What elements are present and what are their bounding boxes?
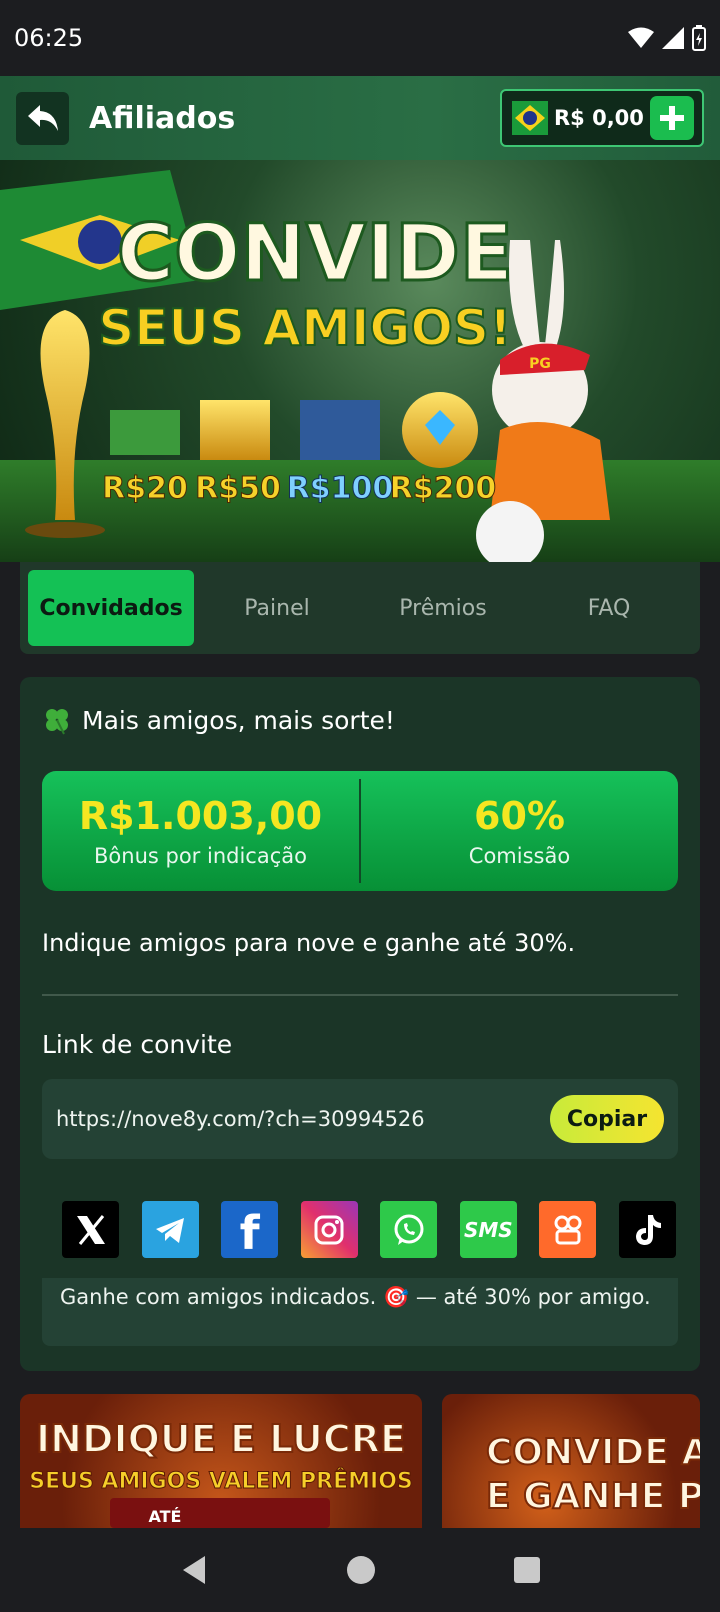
promo-card-1-art: INDIQUE E LUCRE SEUS AMIGOS VALEM PRÊMIO… <box>29 1416 413 1528</box>
social-share-row: f SMS <box>62 1201 676 1260</box>
nav-back-icon[interactable] <box>179 1554 209 1586</box>
invite-description: Indique amigos para nove e ganhe até 30%… <box>42 929 576 957</box>
promo-card-2-art: CONVIDE AM E GANHE PR <box>485 1431 700 1518</box>
facebook-glyph: f <box>239 1206 260 1260</box>
banner-headline-1: CONVIDE <box>117 209 513 299</box>
promo-1-line-2: SEUS AMIGOS VALEM PRÊMIOS <box>29 1468 413 1494</box>
commission-label: Comissão <box>468 844 571 868</box>
invite-link-url[interactable]: https://nove8y.com/?ch=30994526 <box>56 1107 425 1131</box>
commission-value: 60% <box>474 794 565 838</box>
nav-recents-icon[interactable] <box>513 1556 541 1584</box>
whatsapp-icon[interactable] <box>380 1201 438 1258</box>
back-arrow-icon <box>27 105 58 131</box>
tab-painel[interactable]: Painel <box>194 570 360 646</box>
telegram-icon[interactable] <box>141 1201 199 1258</box>
sms-icon[interactable]: SMS <box>459 1201 517 1258</box>
tab-faq[interactable]: FAQ <box>526 570 692 646</box>
tab-premios[interactable]: Prêmios <box>360 570 526 646</box>
tiktok-icon[interactable] <box>618 1201 676 1258</box>
banner-tier-1: R$20 <box>102 471 188 506</box>
kwai-icon[interactable] <box>539 1201 597 1258</box>
promo-2-line-2: E GANHE PR <box>486 1476 700 1517</box>
invite-link-box: https://nove8y.com/?ch=30994526 Copiar <box>42 1079 678 1159</box>
signal-icon <box>662 27 684 49</box>
deposit-button[interactable] <box>650 96 694 140</box>
battery-icon <box>692 25 706 51</box>
nav-home-icon[interactable] <box>346 1555 376 1585</box>
system-nav-bar <box>0 1528 720 1612</box>
balance-amount: R$ 0,00 <box>554 106 644 130</box>
stats-panel: R$1.003,00 Bônus por indicação 60% Comis… <box>42 771 678 891</box>
banner-tier-4: R$200 <box>390 471 497 506</box>
promo-2-line-1: CONVIDE AM <box>486 1432 700 1473</box>
invite-banner[interactable]: CONVIDE SEUS AMIGOS! R$20 R$50 R$100 R$2… <box>0 160 720 562</box>
plus-icon <box>660 106 684 130</box>
invite-card: Mais amigos, mais sorte! R$1.003,00 Bônu… <box>20 677 700 1371</box>
invite-link-title: Link de convite <box>42 1030 233 1059</box>
status-time: 06:25 <box>14 24 84 52</box>
commission-stat: 60% Comissão <box>361 794 678 868</box>
promo-card-1[interactable]: INDIQUE E LUCRE SEUS AMIGOS VALEM PRÊMIO… <box>20 1394 422 1528</box>
bonus-label: Bônus por indicação <box>94 844 307 868</box>
status-icons <box>628 25 706 51</box>
banner-cap-text: PG <box>529 356 551 372</box>
banner-art: CONVIDE SEUS AMIGOS! R$20 R$50 R$100 R$2… <box>0 170 720 562</box>
brazil-flag-icon <box>512 101 548 135</box>
tab-bar: Convidados Painel Prêmios FAQ <box>20 562 700 654</box>
status-bar: 06:25 <box>0 0 720 76</box>
banner-tier-3: R$100 <box>287 471 394 506</box>
bonus-value: R$1.003,00 <box>78 794 323 838</box>
clover-icon <box>46 709 68 735</box>
facebook-icon[interactable]: f <box>221 1201 279 1260</box>
promo-card-2[interactable]: CONVIDE AM E GANHE PR <box>442 1394 700 1528</box>
tab-convidados[interactable]: Convidados <box>28 570 194 646</box>
banner-tier-2: R$50 <box>195 471 281 506</box>
back-button[interactable] <box>16 91 69 145</box>
page-title: Afiliados <box>89 100 236 136</box>
copy-button[interactable]: Copiar <box>550 1095 664 1143</box>
instagram-icon[interactable] <box>300 1201 358 1258</box>
bonus-stat: R$1.003,00 Bônus por indicação <box>42 794 359 868</box>
wifi-icon <box>628 27 654 48</box>
banner-headline-2: SEUS AMIGOS! <box>98 299 512 357</box>
card-lead-text: Mais amigos, mais sorte! <box>82 705 395 735</box>
x-icon[interactable] <box>62 1201 119 1258</box>
promo-1-line-1: INDIQUE E LUCRE <box>36 1417 406 1461</box>
section-divider <box>42 994 678 996</box>
card-lead: Mais amigos, mais sorte! <box>42 705 395 735</box>
promo-1-line-3: ATÉ <box>149 1507 182 1526</box>
app-header: Afiliados R$ 0,00 <box>0 76 720 160</box>
earnings-note: Ganhe com amigos indicados. 🎯 — até 30% … <box>42 1278 678 1346</box>
balance-widget[interactable]: R$ 0,00 <box>500 89 704 147</box>
